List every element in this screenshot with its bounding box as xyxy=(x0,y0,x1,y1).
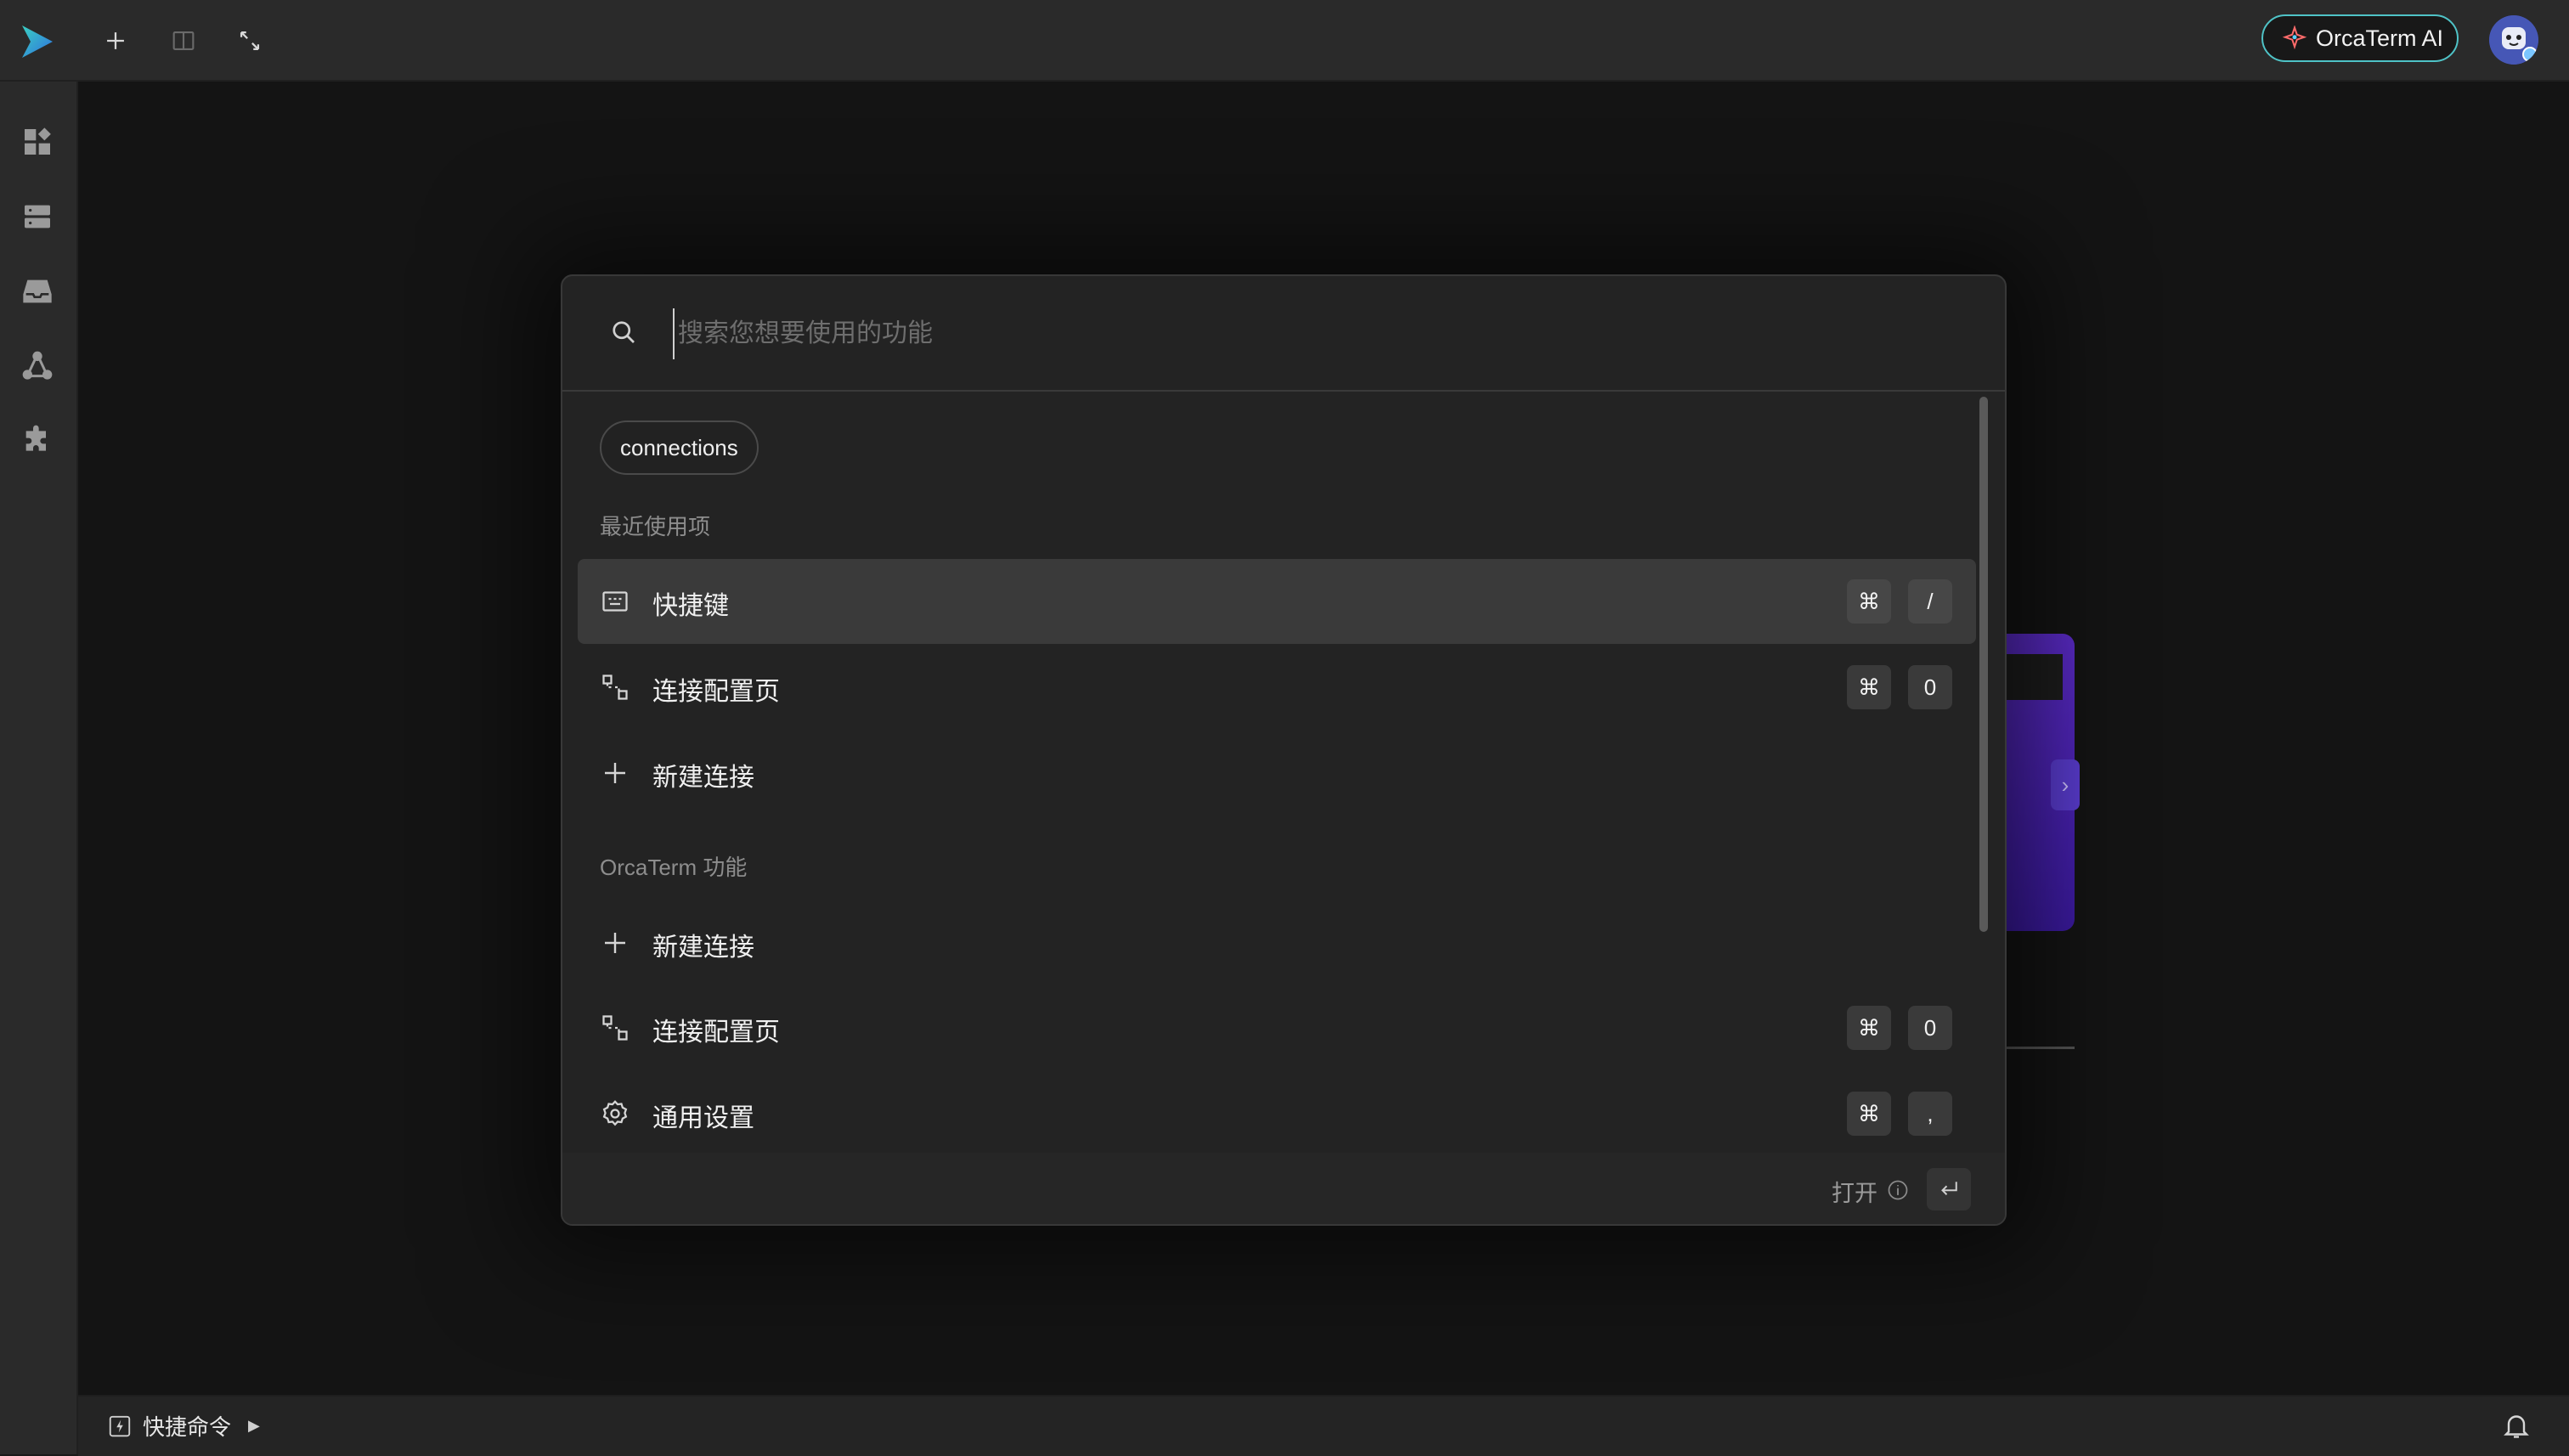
quick-command-label: 快捷命令 xyxy=(143,1414,232,1440)
plus-icon xyxy=(605,763,625,783)
network-icon xyxy=(22,351,53,380)
sidebar-item-plugins[interactable] xyxy=(18,421,57,460)
open-label: 打开 xyxy=(1832,1181,1877,1206)
split-view-icon xyxy=(172,31,195,50)
feature-item-general-settings[interactable]: 通用设置 ⌘ , xyxy=(578,1071,1976,1156)
expand-icon xyxy=(240,31,260,51)
plus-icon xyxy=(107,32,124,49)
inbox-icon xyxy=(23,279,52,303)
recent-item-connection-config[interactable]: 连接配置页 ⌘ 0 xyxy=(578,645,1976,730)
key-badge: 0 xyxy=(1908,1006,1952,1050)
orcaterm-ai-button[interactable]: OrcaTerm AI xyxy=(2261,14,2459,62)
search-row xyxy=(562,276,2005,392)
split-view-button[interactable] xyxy=(161,20,206,61)
enter-icon xyxy=(1941,1182,1957,1195)
chevron-right-icon[interactable]: › xyxy=(2051,759,2080,810)
ai-sparkle-icon xyxy=(2282,25,2307,50)
background-card: › xyxy=(2007,634,2080,931)
sidebar-item-inbox[interactable] xyxy=(18,272,57,311)
key-badge: / xyxy=(1908,579,1952,624)
left-sidebar xyxy=(0,82,78,1454)
feature-item-connection-config[interactable]: 连接配置页 ⌘ 0 xyxy=(578,985,1976,1070)
user-avatar[interactable] xyxy=(2489,15,2538,65)
expand-button[interactable] xyxy=(228,20,272,61)
top-bar: OrcaTerm AI xyxy=(0,0,2569,82)
settings-icon xyxy=(602,1100,628,1126)
search-input[interactable] xyxy=(673,308,1869,359)
scrollbar[interactable] xyxy=(1979,397,1988,932)
item-label: 连接配置页 xyxy=(652,678,780,706)
command-palette: connections 最近使用项 快捷键 ⌘ / 连接配置页 ⌘ 0 新建连接… xyxy=(561,274,2007,1226)
item-label: 连接配置页 xyxy=(652,1019,780,1047)
bell-icon[interactable] xyxy=(2501,1410,2532,1441)
sidebar-item-network[interactable] xyxy=(18,347,57,386)
connection-config-icon xyxy=(602,674,628,700)
status-bar: 快捷命令 ▶ xyxy=(78,1395,2569,1456)
recent-item-shortcuts[interactable]: 快捷键 ⌘ / xyxy=(578,559,1976,644)
key-badge: ⌘ xyxy=(1847,579,1891,624)
item-label: 新建连接 xyxy=(652,764,754,792)
plus-icon xyxy=(605,933,625,953)
features-section-title: OrcaTerm 功能 xyxy=(600,855,748,880)
key-badge: ⌘ xyxy=(1847,1092,1891,1136)
triangle-right-icon: ▶ xyxy=(248,1417,260,1434)
feature-item-new-connection[interactable]: 新建连接 xyxy=(578,900,1976,985)
plugin-icon xyxy=(25,425,46,451)
lightning-icon xyxy=(109,1415,131,1436)
orcaterm-ai-label: OrcaTerm AI xyxy=(2316,25,2444,51)
item-label: 通用设置 xyxy=(652,1104,754,1132)
keyboard-icon xyxy=(602,591,628,612)
search-icon xyxy=(613,321,635,343)
item-label: 新建连接 xyxy=(652,934,754,962)
recent-item-new-connection[interactable]: 新建连接 xyxy=(578,731,1976,815)
key-badge: 0 xyxy=(1908,665,1952,709)
add-tab-button[interactable] xyxy=(93,20,138,61)
dashboard-icon xyxy=(25,127,51,155)
key-badge: , xyxy=(1908,1092,1952,1136)
key-badge: ⌘ xyxy=(1847,665,1891,709)
key-badge: ⌘ xyxy=(1847,1006,1891,1050)
recent-section-title: 最近使用项 xyxy=(600,514,711,539)
servers-icon xyxy=(25,205,50,229)
enter-key-button[interactable] xyxy=(1927,1168,1971,1211)
connection-config-icon xyxy=(602,1015,628,1041)
info-icon[interactable] xyxy=(1886,1178,1910,1202)
item-label: 快捷键 xyxy=(652,592,729,620)
palette-footer: 打开 xyxy=(562,1153,2005,1224)
app-logo-icon[interactable] xyxy=(19,22,56,61)
sidebar-item-dashboard[interactable] xyxy=(18,122,57,161)
sidebar-item-servers[interactable] xyxy=(18,197,57,236)
avatar-icon xyxy=(2489,15,2538,65)
chip-label: connections xyxy=(620,434,738,460)
filter-chip-connections[interactable]: connections xyxy=(600,420,759,475)
quick-command-button[interactable]: 快捷命令 ▶ xyxy=(107,1410,260,1442)
